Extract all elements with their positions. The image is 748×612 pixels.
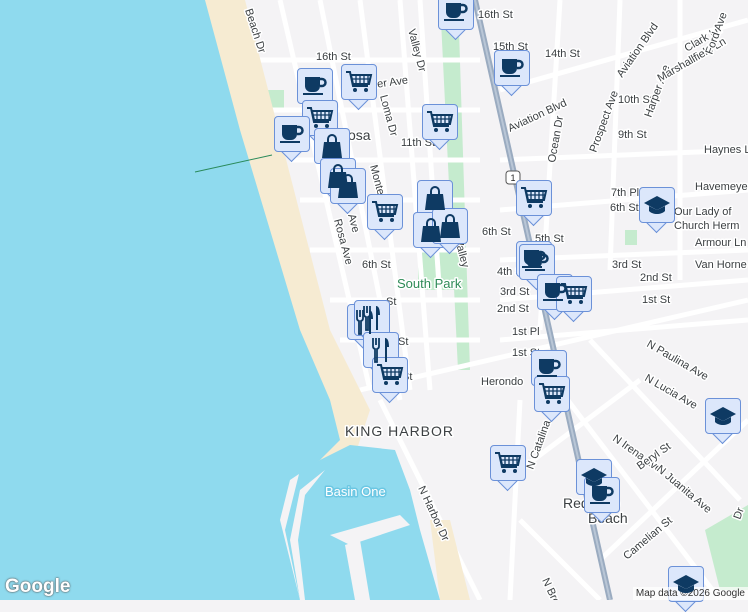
school-marker[interactable] (668, 566, 704, 612)
cart-marker[interactable] (534, 376, 570, 423)
place-basin-one: Basin One (325, 484, 386, 499)
street-label: St (398, 336, 408, 348)
bag-icon (337, 173, 359, 199)
google-logo: Google (5, 576, 71, 597)
svg-text:1: 1 (510, 173, 515, 183)
coffee-icon (499, 57, 525, 79)
cart-marker[interactable] (556, 276, 592, 323)
street-label: Havemeyer Ln (695, 181, 748, 193)
coffee-marker[interactable] (438, 0, 474, 41)
cart-marker[interactable] (490, 445, 526, 492)
street-label: Van Horne Ln (695, 259, 748, 271)
street-label: 6th St (482, 226, 511, 238)
restaurant-icon (370, 337, 392, 363)
coffee-icon (536, 357, 562, 379)
cart-icon (538, 382, 566, 406)
school-marker[interactable] (705, 398, 741, 445)
coffee-marker[interactable] (494, 50, 530, 97)
cart-marker[interactable] (422, 104, 458, 151)
street-label: Herondo (481, 376, 523, 388)
place-hermosa: osa (348, 127, 371, 143)
place-south-park: South Park (397, 276, 462, 291)
bag-icon (321, 133, 343, 159)
street-label: 1st St (642, 294, 670, 306)
coffee-icon (443, 1, 469, 23)
street-label: 2nd St (640, 272, 672, 284)
place-our-lady: Our Lady of (674, 206, 732, 218)
cart-marker[interactable] (516, 180, 552, 227)
street-label: 16th St (478, 9, 513, 21)
school-icon (643, 194, 671, 216)
coffee-marker[interactable] (274, 116, 310, 163)
coffee-icon (524, 251, 550, 273)
school-marker[interactable] (639, 187, 675, 234)
coffee-icon (302, 75, 328, 97)
school-icon (672, 573, 700, 595)
place-king-harbor: KING HARBOR (345, 423, 454, 439)
street-label: Armour Ln (695, 237, 746, 249)
street-label: 9th St (618, 129, 647, 141)
restaurant-icon (361, 305, 383, 331)
cart-icon (560, 282, 588, 306)
school-icon (709, 405, 737, 427)
street-label: 16th St (316, 51, 351, 63)
cart-marker[interactable] (372, 357, 408, 404)
cart-icon (306, 106, 334, 130)
street-label: 7th Pl (611, 187, 639, 199)
street-label: 6th St (362, 259, 391, 271)
cart-marker[interactable] (367, 194, 403, 241)
coffee-icon (589, 484, 615, 506)
bag-icon (424, 185, 446, 211)
place-church: Church Herm (674, 220, 739, 232)
cart-icon (520, 186, 548, 210)
cart-icon (376, 363, 404, 387)
cart-icon (371, 200, 399, 224)
bag-icon (439, 213, 461, 239)
street-label: 6th St (610, 202, 639, 214)
cart-icon (345, 70, 373, 94)
cart-icon (494, 451, 522, 475)
coffee-icon (279, 123, 305, 145)
street-label: Haynes Ln (704, 144, 748, 156)
street-label: 2nd St (497, 303, 529, 315)
cart-marker[interactable] (341, 64, 377, 111)
street-label: 14th St (545, 48, 580, 60)
street-label: 1st Pl (512, 326, 540, 338)
street-label: 3rd St (612, 259, 641, 271)
coffee-marker[interactable] (584, 477, 620, 524)
cart-icon (426, 110, 454, 134)
